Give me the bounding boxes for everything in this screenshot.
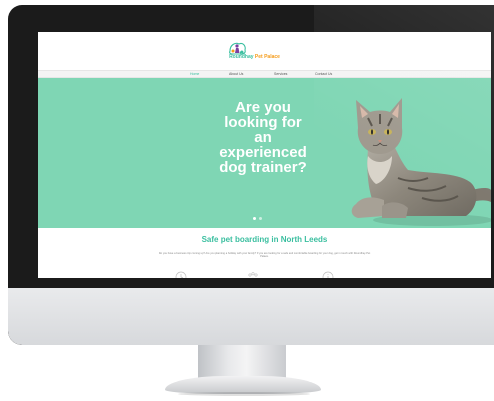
website-screen: Roundhay Pet Palace Home About Us Servic… <box>38 32 491 278</box>
monitor-stand-neck <box>198 345 286 379</box>
hero-title-line: Are you <box>235 99 291 116</box>
site-header: Roundhay Pet Palace <box>38 32 491 70</box>
hero-title-line: an <box>254 129 272 146</box>
carousel-dot[interactable] <box>253 217 256 220</box>
nav-contact-us[interactable]: Contact Us <box>315 72 332 76</box>
monitor-frame: Roundhay Pet Palace Home About Us Servic… <box>8 5 494 345</box>
nav-about-us[interactable]: About Us <box>229 72 243 76</box>
clock-icon <box>175 271 187 278</box>
nav-services[interactable]: Services <box>274 72 287 76</box>
hero-title-line: looking for <box>224 114 302 131</box>
paw-icon <box>248 272 258 278</box>
main-nav: Home About Us Services Contact Us <box>38 70 491 78</box>
hero-title-line: dog trainer? <box>219 159 307 176</box>
nav-home[interactable]: Home <box>190 72 199 76</box>
info-icon <box>322 271 334 278</box>
logo-text[interactable]: Roundhay Pet Palace <box>229 54 280 60</box>
stand-shadow <box>178 392 310 396</box>
cat-image <box>351 98 491 226</box>
section-title: Safe pet boarding in North Leeds <box>201 235 328 244</box>
logo-name-part2: Pet Palace <box>254 54 280 60</box>
section-text: Do you have a business trip coming up? A… <box>158 252 371 259</box>
monitor-chin <box>8 288 494 345</box>
carousel-dots <box>253 217 262 220</box>
hero-title-line: experienced <box>219 144 307 161</box>
hero-title: Are you looking for an experienced dog t… <box>188 100 338 175</box>
logo-name-part1: Roundhay <box>229 54 254 60</box>
hero-banner: Are you looking for an experienced dog t… <box>38 78 491 228</box>
carousel-dot[interactable] <box>259 217 262 220</box>
